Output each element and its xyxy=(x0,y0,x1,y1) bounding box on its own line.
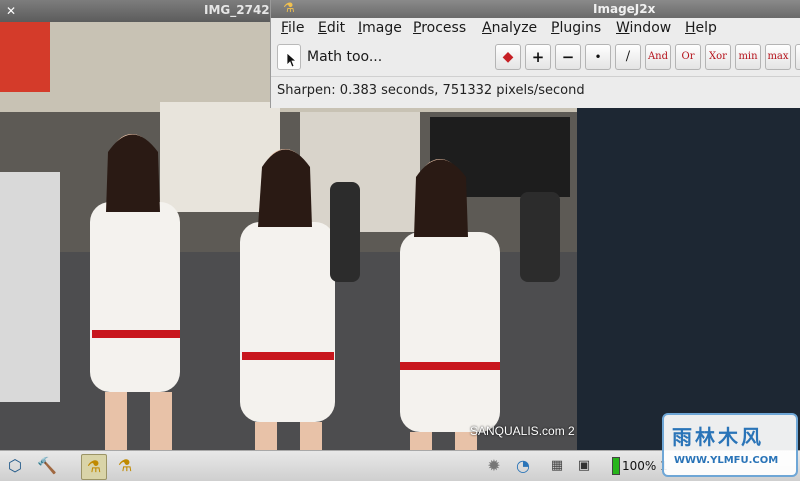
gear-icon[interactable]: ✹ xyxy=(482,454,506,478)
menu-process[interactable]: Process xyxy=(413,20,466,36)
menu-edit[interactable]: Edit xyxy=(318,20,345,36)
op-button-min[interactable]: min xyxy=(735,44,761,70)
op-button-multiply[interactable]: • xyxy=(585,44,611,70)
menu-bar: File Edit Image Process Analyze Plugins … xyxy=(271,18,800,40)
divider xyxy=(271,76,800,77)
menu-help[interactable]: Help xyxy=(685,20,717,36)
cube-icon[interactable]: ⬡ xyxy=(3,454,27,478)
op-button-and[interactable]: And xyxy=(645,44,671,70)
menu-analyze[interactable]: Analyze xyxy=(482,20,537,36)
wifi-icon[interactable]: ◔ xyxy=(511,454,535,478)
keyboard-icon[interactable]: ▦ xyxy=(545,454,569,478)
op-button-overflow[interactable] xyxy=(795,44,800,70)
op-button-subtract[interactable]: − xyxy=(555,44,581,70)
battery-text: 100% 1 xyxy=(622,459,668,473)
op-button-add[interactable]: + xyxy=(525,44,551,70)
op-button-max[interactable]: max xyxy=(765,44,791,70)
watermark-logo-url: WWW.YLMFU.COM xyxy=(674,455,779,466)
math-tool-label: Math too... xyxy=(307,49,383,65)
battery-icon[interactable] xyxy=(612,457,620,475)
photo-watermark: SANQUALIS.com 2 xyxy=(470,424,575,438)
imagej-titlebar[interactable]: ⚗ ImageJ2x xyxy=(271,0,800,18)
imagej-title: ImageJ2x xyxy=(593,2,656,16)
toolbar: Math too... ◆ + − • / And Or Xor min max xyxy=(271,42,800,74)
imagej-window: ⚗ ImageJ2x File Edit Image Process Analy… xyxy=(270,0,800,108)
op-button-or[interactable]: Or xyxy=(675,44,701,70)
microscope-icon: ⚗ xyxy=(283,1,295,16)
op-button-xor[interactable]: Xor xyxy=(705,44,731,70)
hammer-icon[interactable]: 🔨 xyxy=(35,454,59,478)
menu-file[interactable]: File xyxy=(281,20,304,36)
battery-level-fill xyxy=(613,458,619,474)
network-icon[interactable]: ▣ xyxy=(572,454,596,478)
watermark-logo: 雨林木风 WWW.YLMFU.COM xyxy=(662,413,798,477)
close-icon[interactable]: ✕ xyxy=(3,3,19,19)
cursor-icon xyxy=(286,52,298,68)
menu-image[interactable]: Image xyxy=(358,20,402,36)
menu-plugins[interactable]: Plugins xyxy=(551,20,601,36)
image-window-title: IMG_2742 xyxy=(204,3,270,17)
watermark-logo-title: 雨林木风 xyxy=(672,425,764,449)
desktop-background xyxy=(577,108,800,450)
op-button-divide[interactable]: / xyxy=(615,44,641,70)
taskbar-imagej-active[interactable]: ⚗ xyxy=(81,454,107,480)
op-button-diamond[interactable]: ◆ xyxy=(495,44,521,70)
math-tool-button[interactable] xyxy=(277,44,301,70)
taskbar-imagej[interactable]: ⚗ xyxy=(113,454,137,478)
menu-window[interactable]: Window xyxy=(616,20,671,36)
status-text: Sharpen: 0.383 seconds, 751332 pixels/se… xyxy=(277,83,585,98)
